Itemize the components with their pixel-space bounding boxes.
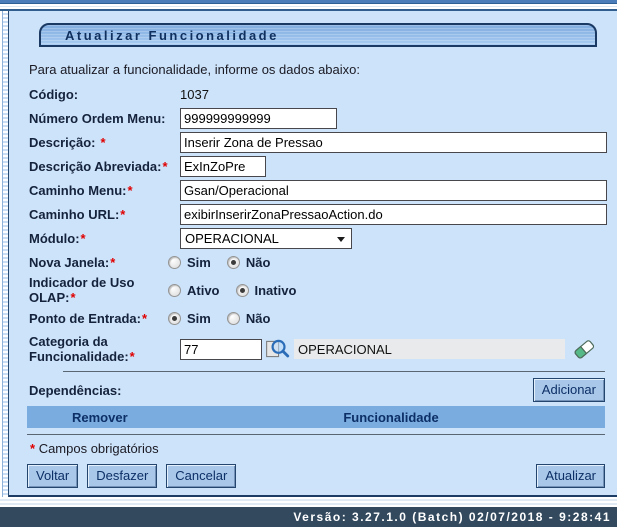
modulo-label: Módulo:* bbox=[29, 231, 180, 246]
version-text: Versão: 3.27.1.0 (Batch) 02/07/2018 - 9:… bbox=[293, 510, 617, 524]
caminho-menu-input[interactable] bbox=[180, 180, 607, 201]
column-header-funcionalidade: Funcionalidade bbox=[177, 410, 605, 425]
indicador-olap-radio-inativo[interactable] bbox=[236, 284, 249, 297]
categoria-code-input[interactable] bbox=[180, 339, 262, 360]
page-title-bar: Atualizar Funcionalidade bbox=[39, 23, 597, 47]
caminho-url-input[interactable] bbox=[180, 204, 607, 225]
ponto-entrada-option-nao: Não bbox=[246, 311, 271, 326]
field-row-caminho-url: Caminho URL:* bbox=[29, 203, 609, 225]
clear-button[interactable] bbox=[573, 338, 595, 360]
codigo-value: 1037 bbox=[180, 87, 209, 102]
eraser-icon bbox=[573, 338, 595, 360]
descricao-abreviada-label: Descrição Abreviada:* bbox=[29, 159, 180, 174]
search-icon bbox=[265, 337, 291, 361]
required-asterisk: * bbox=[30, 441, 35, 456]
ponto-entrada-radio-sim[interactable] bbox=[168, 312, 181, 325]
page: Atualizar Funcionalidade Para atualizar … bbox=[0, 11, 617, 497]
ponto-entrada-radio-group: Sim Não bbox=[168, 311, 286, 326]
numero-ordem-menu-label: Número Ordem Menu: bbox=[29, 111, 180, 126]
required-asterisk: * bbox=[100, 135, 105, 150]
codigo-label: Código: bbox=[29, 87, 180, 102]
required-asterisk: * bbox=[81, 231, 86, 246]
field-row-categoria: Categoria da Funcionalidade:* OPERACIONA… bbox=[29, 334, 609, 364]
nova-janela-radio-group: Sim Não bbox=[168, 255, 286, 270]
field-row-ponto-entrada: Ponto de Entrada:* Sim Não bbox=[29, 307, 609, 329]
required-asterisk: * bbox=[162, 159, 167, 174]
nova-janela-radio-nao[interactable] bbox=[227, 256, 240, 269]
ponto-entrada-label: Ponto de Entrada:* bbox=[29, 311, 180, 326]
required-asterisk: * bbox=[130, 349, 135, 364]
nova-janela-option-nao: Não bbox=[246, 255, 271, 270]
nova-janela-label: Nova Janela:* bbox=[29, 255, 180, 270]
divider bbox=[27, 434, 605, 435]
field-row-indicador-olap: Indicador de Uso OLAP:* Ativo Inativo bbox=[29, 275, 609, 305]
indicador-olap-label: Indicador de Uso OLAP:* bbox=[29, 275, 180, 305]
indicador-olap-radio-ativo[interactable] bbox=[168, 284, 181, 297]
search-button[interactable] bbox=[265, 337, 291, 361]
field-row-numero-ordem-menu: Número Ordem Menu: bbox=[29, 107, 609, 129]
field-row-modulo: Módulo:* OPERACIONAL bbox=[29, 227, 609, 249]
dependencias-label: Dependências: bbox=[29, 383, 533, 398]
indicador-olap-option-ativo: Ativo bbox=[187, 283, 220, 298]
modulo-selected-value: OPERACIONAL bbox=[185, 231, 279, 246]
action-buttons-row: Voltar Desfazer Cancelar Atualizar bbox=[27, 464, 605, 488]
ponto-entrada-option-sim: Sim bbox=[187, 311, 211, 326]
left-stripe-decoration bbox=[2, 11, 9, 497]
nova-janela-option-sim: Sim bbox=[187, 255, 211, 270]
required-asterisk: * bbox=[128, 183, 133, 198]
categoria-label: Categoria da Funcionalidade:* bbox=[29, 334, 180, 364]
chevron-down-icon bbox=[337, 237, 345, 242]
page-title: Atualizar Funcionalidade bbox=[41, 28, 279, 43]
adicionar-button[interactable]: Adicionar bbox=[533, 378, 605, 402]
intro-text: Para atualizar a funcionalidade, informe… bbox=[29, 62, 609, 77]
indicador-olap-option-inativo: Inativo bbox=[255, 283, 297, 298]
atualizar-button[interactable]: Atualizar bbox=[536, 464, 605, 488]
divider bbox=[63, 371, 605, 372]
field-row-codigo: Código: 1037 bbox=[29, 83, 609, 105]
column-header-remover: Remover bbox=[27, 410, 177, 425]
indicador-olap-radio-group: Ativo Inativo bbox=[168, 283, 312, 298]
required-asterisk: * bbox=[120, 207, 125, 222]
categoria-description: OPERACIONAL bbox=[294, 339, 565, 359]
nova-janela-radio-sim[interactable] bbox=[168, 256, 181, 269]
numero-ordem-menu-input[interactable] bbox=[180, 108, 337, 129]
descricao-label: Descrição:* bbox=[29, 135, 180, 150]
field-row-descricao: Descrição:* bbox=[29, 131, 609, 153]
modulo-select[interactable]: OPERACIONAL bbox=[180, 228, 352, 249]
required-asterisk: * bbox=[142, 311, 147, 326]
desfazer-button[interactable]: Desfazer bbox=[87, 464, 157, 488]
ponto-entrada-radio-nao[interactable] bbox=[227, 312, 240, 325]
dependencias-table-header: Remover Funcionalidade bbox=[27, 406, 605, 428]
required-asterisk: * bbox=[70, 290, 75, 305]
field-row-descricao-abreviada: Descrição Abreviada:* bbox=[29, 155, 609, 177]
cancelar-button[interactable]: Cancelar bbox=[166, 464, 236, 488]
caminho-url-label: Caminho URL:* bbox=[29, 207, 180, 222]
field-row-caminho-menu: Caminho Menu:* bbox=[29, 179, 609, 201]
content-panel: Atualizar Funcionalidade Para atualizar … bbox=[9, 11, 617, 497]
required-asterisk: * bbox=[110, 255, 115, 270]
footer-gap bbox=[0, 497, 617, 507]
version-status-bar: Versão: 3.27.1.0 (Batch) 02/07/2018 - 9:… bbox=[0, 507, 617, 527]
voltar-button[interactable]: Voltar bbox=[27, 464, 78, 488]
descricao-input[interactable] bbox=[180, 132, 607, 153]
descricao-abreviada-input[interactable] bbox=[180, 156, 266, 177]
dependencias-row: Dependências: Adicionar bbox=[29, 378, 605, 402]
caminho-menu-label: Caminho Menu:* bbox=[29, 183, 180, 198]
field-row-nova-janela: Nova Janela:* Sim Não bbox=[29, 251, 609, 273]
required-fields-note: * Campos obrigatórios bbox=[29, 441, 609, 456]
